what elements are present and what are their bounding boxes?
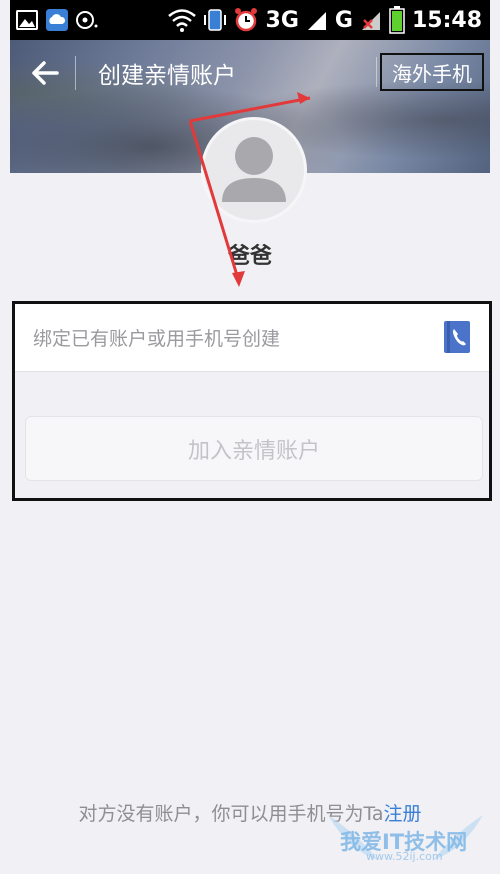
status-time: 15:48	[411, 7, 482, 33]
overseas-phone-highlight-box: 海外手机	[380, 53, 484, 91]
header-divider	[75, 56, 76, 90]
battery-icon	[389, 6, 405, 34]
overseas-divider	[376, 57, 377, 87]
wifi-icon	[167, 9, 196, 32]
signal-icon	[307, 12, 326, 30]
overseas-phone-button[interactable]: 海外手机	[382, 55, 482, 89]
network-g-label: G	[334, 7, 353, 33]
network-3g-label: 3G	[265, 7, 299, 33]
signal-x-icon	[361, 12, 380, 30]
watermark-url: www.52ij.com	[366, 850, 443, 863]
annotation-arrowhead-down	[232, 271, 245, 287]
page-title: 创建亲情账户	[98, 63, 236, 89]
alarm-icon	[234, 8, 257, 32]
avatar[interactable]	[201, 117, 307, 223]
form-highlight-box	[12, 301, 492, 501]
status-bar: 3G G 15:48	[10, 0, 490, 40]
gallery-icon	[16, 10, 38, 30]
profile-name: 爸爸	[227, 244, 272, 269]
status-left-icons	[16, 9, 98, 31]
vibrate-icon	[203, 9, 226, 31]
media-icon	[76, 11, 98, 29]
app-screen: 3G G 15:48 创建亲情账户 海外手机 爸爸 绑定已有账户或用手机号创建	[10, 0, 492, 874]
default-avatar-icon	[222, 137, 286, 202]
back-arrow-icon[interactable]	[30, 58, 60, 88]
status-right-icons: 3G G 15:48	[167, 6, 482, 34]
cloud-icon	[46, 9, 68, 31]
